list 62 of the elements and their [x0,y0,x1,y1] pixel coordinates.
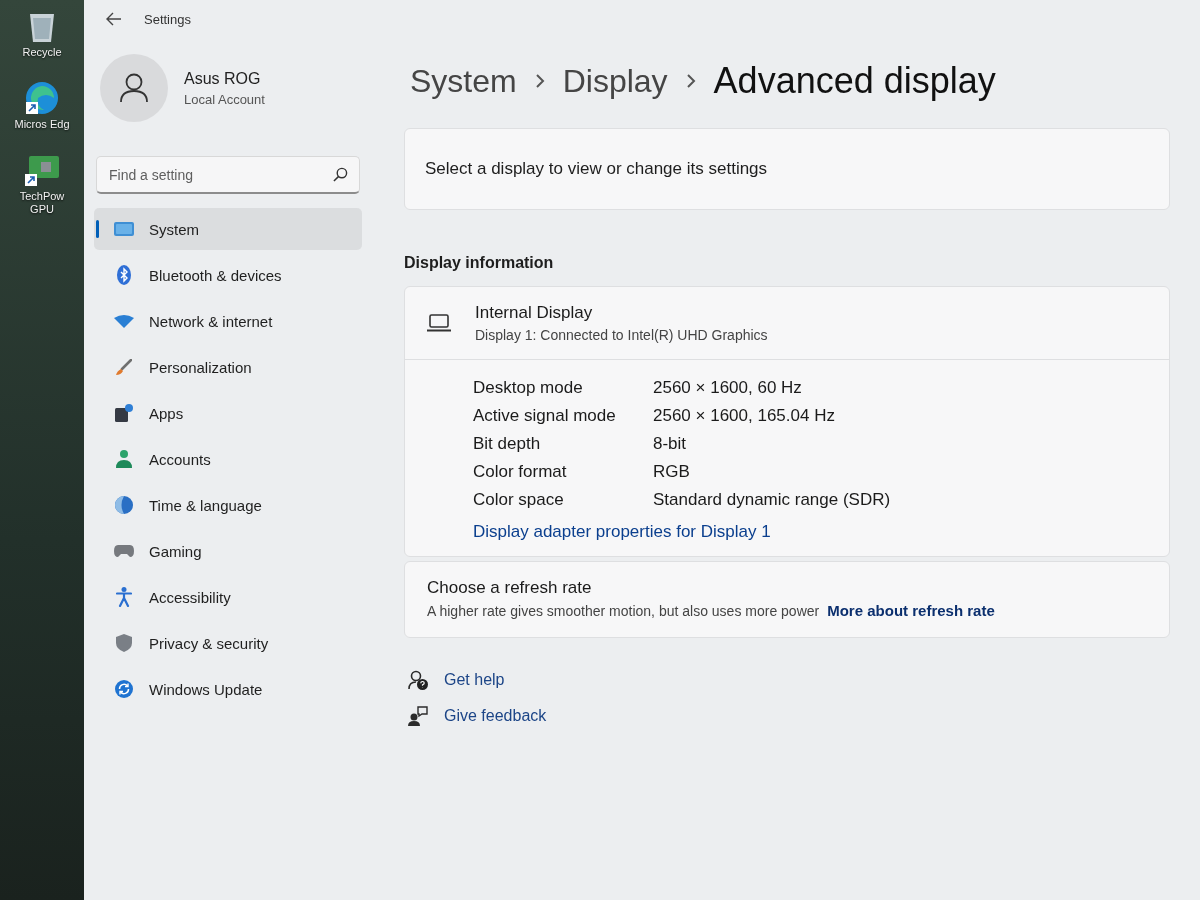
person-icon [116,450,132,468]
footer-link[interactable]: Give feedback [404,704,551,728]
desktop-icon-label[interactable]: Recycle [14,46,70,60]
info-label: Color format [473,462,567,482]
swirl-shortcut-icon [26,81,58,114]
chevron-icon [534,73,545,89]
selection-indicator [96,220,99,238]
display-select-card[interactable]: Select a display to view or change its settings [404,128,1170,210]
sidebar-item[interactable]: Accessibility [94,576,362,618]
info-value: 8-bit [653,434,687,454]
gamepad-icon [114,545,134,557]
sidebar-item[interactable]: Privacy & security [94,622,362,664]
account-type: Local Account [184,91,265,107]
sidebar-item[interactable]: System [94,208,362,250]
circuit-board-shortcut-icon [25,153,59,186]
wifi-icon [114,314,134,328]
window-title: Settings [144,11,191,27]
bluetooth-icon [117,265,131,285]
breadcrumb-link[interactable]: System [410,62,517,100]
accessibility-icon [116,587,132,607]
info-label: Active signal mode [473,406,616,426]
sidebar-item[interactable]: Apps [94,392,362,434]
apps-icon [115,404,133,422]
display-subtitle: Display 1: Connected to Intel(R) UHD Graphics [475,327,768,343]
monitor-icon [114,222,134,236]
feedback-icon [408,706,428,726]
sidebar-item[interactable]: Network & internet [94,300,362,342]
sidebar-item[interactable]: Accounts [94,438,362,480]
page-title: Advanced display [713,60,996,102]
help-icon [408,670,428,690]
sidebar-item[interactable]: Personalization [94,346,362,388]
sidebar-item[interactable]: Windows Update [94,668,362,710]
display-name: Internal Display [475,303,594,323]
info-value: 2560 × 1600, 165.04 Hz [653,406,835,426]
adapter-properties-link[interactable]: Display adapter properties for Display 1 [473,522,771,542]
breadcrumb-link[interactable]: Display [562,62,668,100]
desktop-icon-label[interactable]: TechPow GPU [14,189,70,217]
section-title: Display information [404,254,554,272]
brush-icon [116,359,132,375]
info-value: Standard dynamic range (SDR) [653,490,891,510]
desktop-icon-label[interactable]: Micros Edg [14,117,70,132]
info-value: 2560 × 1600, 60 Hz [653,378,802,398]
info-label: Color space [473,490,564,510]
globe-icon [115,496,133,514]
info-label: Bit depth [473,434,541,454]
refresh-icon [115,680,133,698]
laptop-icon [427,314,451,332]
refresh-rate-link[interactable]: More about refresh rate [827,602,995,619]
search-icon [333,167,348,182]
shield-icon [116,634,132,652]
refresh-rate-description: A higher rate gives smoother motion, but also uses more power [427,603,820,619]
info-value: RGB [653,462,690,482]
refresh-rate-title: Choose a refresh rate [427,578,592,598]
back-arrow-icon [106,12,122,26]
search-field[interactable]: Find a setting [96,156,360,194]
sidebar-item[interactable]: Bluetooth & devices [94,254,362,296]
sidebar-item[interactable]: Time & language [94,484,362,526]
sidebar-item[interactable]: Gaming [94,530,362,572]
info-label: Desktop mode [473,378,583,398]
profile-name: Asus ROG [184,69,262,88]
footer-link[interactable]: Get help [404,668,509,692]
chevron-icon [685,73,696,89]
